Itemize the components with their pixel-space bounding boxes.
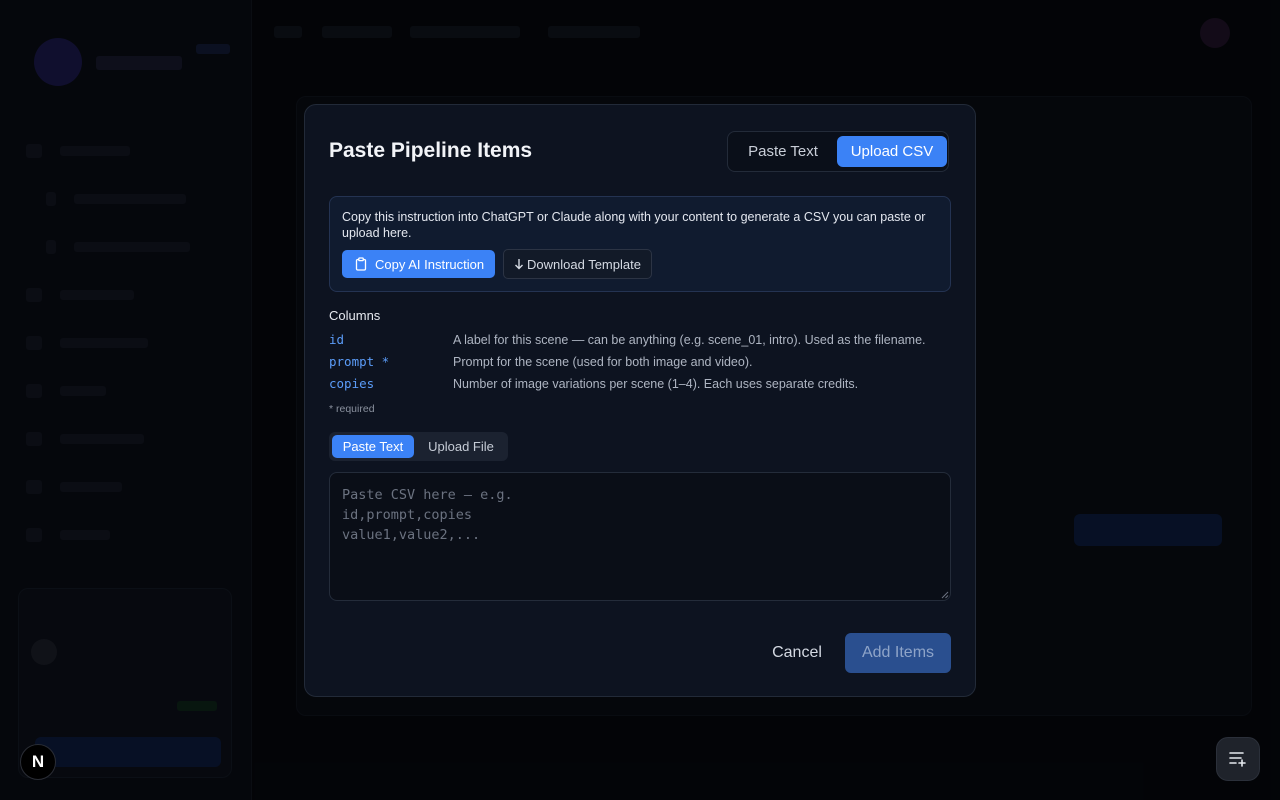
download-template-button[interactable]: Download Template (503, 249, 652, 279)
playlist-add-button[interactable] (1216, 737, 1260, 781)
columns-heading: Columns (329, 308, 381, 323)
column-row: prompt * Prompt for the scene (used for … (329, 354, 951, 370)
dialog-title: Paste Pipeline Items (329, 139, 533, 162)
column-key: copies (329, 376, 375, 391)
input-method-tab-group: Paste Text Upload File (329, 432, 508, 461)
copy-ai-instruction-label: Copy AI Instruction (375, 256, 485, 272)
resize-grip-icon[interactable] (939, 589, 949, 599)
column-key: id (329, 332, 345, 347)
cancel-button[interactable]: Cancel (757, 633, 837, 673)
column-row: id A label for this scene — can be anyth… (329, 332, 951, 348)
clipboard-icon (355, 257, 367, 271)
column-description: A label for this scene — can be anything… (453, 333, 926, 347)
add-items-button[interactable]: Add Items (845, 633, 951, 673)
ai-instruction-box: Copy this instruction into ChatGPT or Cl… (329, 196, 951, 292)
copy-ai-instruction-button[interactable]: Copy AI Instruction (342, 250, 495, 278)
next-devtools-badge[interactable]: N (20, 744, 56, 780)
tab-paste-text[interactable]: Paste Text (732, 136, 834, 167)
column-row: copies Number of image variations per sc… (329, 376, 951, 392)
tab-upload-file[interactable]: Upload File (418, 435, 504, 458)
csv-textarea[interactable] (329, 472, 951, 601)
required-note: * required (329, 403, 375, 415)
ai-instruction-text: Copy this instruction into ChatGPT or Cl… (342, 210, 926, 240)
arrow-down-icon (515, 259, 524, 270)
column-description: Number of image variations per scene (1–… (453, 377, 859, 391)
column-key: prompt * (329, 354, 390, 369)
download-template-label: Download Template (527, 256, 641, 272)
mode-tab-group: Paste Text Upload CSV (727, 131, 949, 172)
paste-pipeline-items-dialog: Paste Pipeline Items Paste Text Upload C… (304, 104, 976, 697)
tab-upload-csv[interactable]: Upload CSV (837, 136, 947, 167)
column-description: Prompt for the scene (used for both imag… (453, 355, 753, 369)
next-badge-letter: N (31, 752, 45, 771)
playlist-add-icon (1229, 752, 1246, 767)
tab-paste-text-input[interactable]: Paste Text (332, 435, 414, 458)
